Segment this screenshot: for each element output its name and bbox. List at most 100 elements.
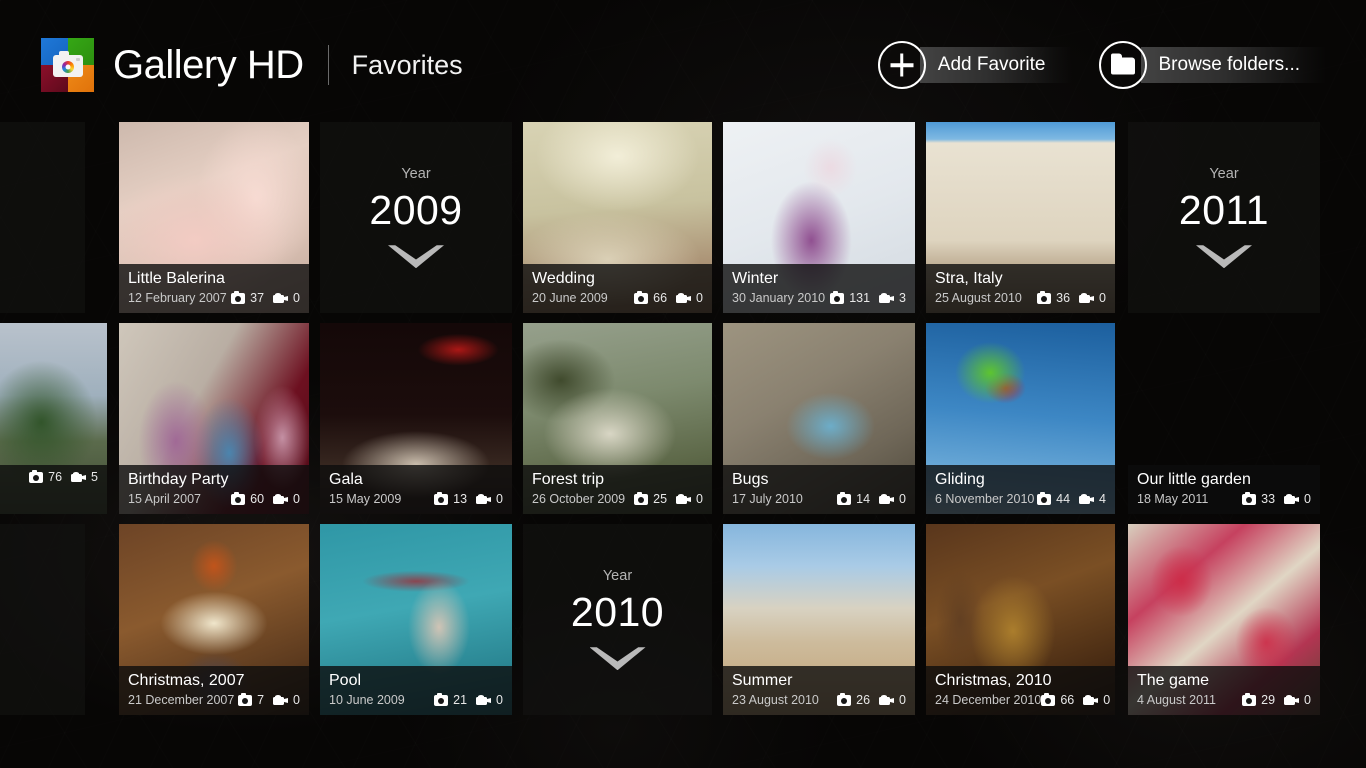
album-counts: 70	[238, 693, 300, 707]
album-title: Gala	[329, 469, 503, 490]
year-tile-label: Year	[1209, 167, 1238, 182]
add-favorite-button[interactable]: Add Favorite	[878, 41, 1072, 89]
album-caption: 76 5	[0, 465, 107, 514]
app-header: Gallery HD Favorites Add Favorite Browse…	[0, 0, 1366, 116]
album-tile-our-little-garden[interactable]: Our little garden18 May 2011330	[1128, 323, 1320, 514]
photo-count: 60	[231, 492, 264, 506]
album-meta-row: 21 December 200770	[128, 692, 300, 708]
add-favorite-label: Add Favorite	[920, 47, 1072, 83]
album-tile-christmas-2007[interactable]: Christmas, 200721 December 200770	[119, 524, 309, 715]
video-count-value: 0	[1304, 693, 1311, 707]
album-row: 765Birthday Party15 April 2007600Gala15 …	[0, 323, 1366, 524]
video-camera-icon	[1284, 695, 1299, 705]
year-tile-2011[interactable]: Year2011	[1128, 122, 1320, 313]
video-count: 0	[676, 291, 703, 305]
album-meta-row: 30 January 2010 131 3	[732, 290, 906, 306]
album-meta-row: 24 December 2010660	[935, 692, 1106, 708]
album-tile-gala[interactable]: Gala15 May 2009130	[320, 323, 512, 514]
camera-icon	[837, 695, 851, 706]
video-count-value: 0	[1099, 291, 1106, 305]
album-date: 6 November 2010	[935, 491, 1034, 507]
video-camera-icon	[1083, 695, 1098, 705]
video-count: 0	[273, 693, 300, 707]
video-count: 0	[879, 492, 906, 506]
video-camera-icon	[1284, 494, 1299, 504]
album-tile-gliding[interactable]: Gliding6 November 2010444	[926, 323, 1115, 514]
video-camera-icon	[1079, 293, 1094, 303]
album-tile-little-balerina[interactable]: Little Balerina12 February 2007370	[119, 122, 309, 313]
year-tile-2009[interactable]: Year2009	[320, 122, 512, 313]
album-tile-bugs[interactable]: Bugs17 July 2010140	[723, 323, 915, 514]
video-count-value: 4	[1099, 492, 1106, 506]
album-caption: Wedding20 June 2009660	[523, 264, 712, 313]
album-date: 30 January 2010	[732, 290, 825, 306]
album-title: Bugs	[732, 469, 906, 490]
video-count-value: 0	[496, 693, 503, 707]
album-title: Christmas, 2007	[128, 670, 300, 691]
album-caption: The game4 August 2011290	[1128, 666, 1320, 715]
video-camera-icon	[71, 472, 86, 482]
video-count: 0	[1284, 492, 1311, 506]
album-title: Little Balerina	[128, 268, 300, 289]
video-count-value: 0	[899, 492, 906, 506]
camera-icon	[434, 494, 448, 505]
album-tile-partial[interactable]: 76 5	[0, 323, 107, 514]
album-tile-christmas-2010[interactable]: Christmas, 201024 December 2010660	[926, 524, 1115, 715]
photo-count: 36	[1037, 291, 1070, 305]
photo-count: 66	[1041, 693, 1074, 707]
album-tile-the-game[interactable]: The game4 August 2011290	[1128, 524, 1320, 715]
title-divider	[328, 45, 329, 85]
video-camera-icon	[879, 293, 894, 303]
video-camera-icon	[1079, 494, 1094, 504]
chevron-down-icon[interactable]	[1196, 245, 1252, 268]
album-row: Year2007 Christmas, 200721 December 20077…	[0, 524, 1366, 725]
album-tile-winter[interactable]: Winter30 January 20101313	[723, 122, 915, 313]
year-tile-2005[interactable]: Year2005	[0, 122, 85, 313]
album-meta-row: 20 June 2009660	[532, 290, 703, 306]
photo-count: 21	[434, 693, 467, 707]
album-meta-row: 4 August 2011 29 0	[1137, 692, 1311, 708]
camera-icon	[830, 293, 844, 304]
photo-count: 66	[634, 291, 667, 305]
album-meta-row: 6 November 2010444	[935, 491, 1106, 507]
photo-count-value: 29	[1261, 693, 1275, 707]
album-title: Stra, Italy	[935, 268, 1106, 289]
album-title: Summer	[732, 670, 906, 691]
video-count-value: 0	[899, 693, 906, 707]
album-counts: 600	[231, 492, 300, 506]
album-tile-birthday-party[interactable]: Birthday Party15 April 2007 600	[119, 323, 309, 514]
camera-icon	[231, 293, 245, 304]
album-date: 12 February 2007	[128, 290, 227, 306]
album-tile-summer[interactable]: Summer23 August 2010260	[723, 524, 915, 715]
camera-icon	[434, 695, 448, 706]
chevron-down-icon[interactable]	[590, 647, 646, 670]
album-tile-wedding[interactable]: Wedding20 June 2009660	[523, 122, 712, 313]
album-tile-stra-italy[interactable]: Stra, Italy25 August 2010360	[926, 122, 1115, 313]
video-count-value: 5	[91, 470, 98, 484]
album-caption: Stra, Italy25 August 2010360	[926, 264, 1115, 313]
photo-count: 76	[29, 470, 62, 484]
year-tile-value: 2010	[571, 592, 664, 633]
video-count-value: 0	[293, 291, 300, 305]
album-title: Gliding	[935, 469, 1106, 490]
album-tile-pool[interactable]: Pool10 June 2009210	[320, 524, 512, 715]
album-date: 4 August 2011	[1137, 692, 1216, 708]
chevron-down-icon[interactable]	[388, 245, 444, 268]
album-counts: 29 0	[1242, 693, 1311, 707]
photo-count-value: 33	[1261, 492, 1275, 506]
photo-count-value: 7	[257, 693, 264, 707]
album-title: Birthday Party	[128, 469, 300, 490]
album-counts: 33 0	[1242, 492, 1311, 506]
album-date: 15 April 2007	[128, 491, 201, 507]
browse-folders-button[interactable]: Browse folders...	[1099, 41, 1327, 89]
year-tile-label: Year	[603, 569, 632, 584]
album-meta-row: 10 June 2009210	[329, 692, 503, 708]
video-camera-icon	[476, 695, 491, 705]
camera-icon	[238, 695, 252, 706]
album-tile-forest-trip[interactable]: Forest trip26 October 2009250	[523, 323, 712, 514]
video-count: 3	[879, 291, 906, 305]
photo-count: 25	[634, 492, 667, 506]
year-tile-2007[interactable]: Year2007	[0, 524, 85, 715]
photo-count-value: 131	[849, 291, 870, 305]
year-tile-2010[interactable]: Year 2010	[523, 524, 712, 715]
